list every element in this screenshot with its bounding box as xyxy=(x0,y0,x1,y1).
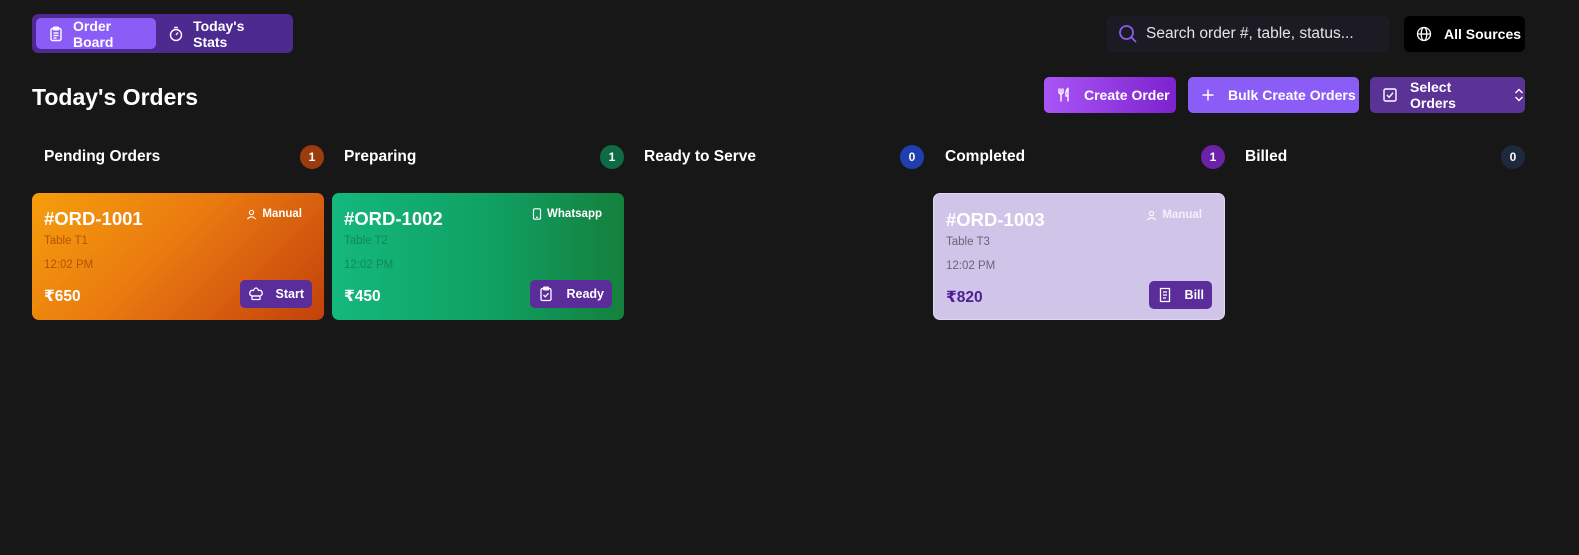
column-title: Billed xyxy=(1245,148,1288,165)
column-count-badge: 0 xyxy=(1501,145,1525,169)
order-time: 12:02 PM xyxy=(946,260,996,272)
plus-icon xyxy=(1200,87,1216,103)
column-header-billed: Billed 0 xyxy=(1245,145,1525,169)
order-source: Whatsapp xyxy=(532,208,602,220)
column-title: Completed xyxy=(945,148,1026,165)
globe-icon xyxy=(1416,26,1432,42)
chef-hat-icon xyxy=(248,286,264,302)
order-id: #ORD-1002 xyxy=(344,208,443,229)
bill-button-label: Bill xyxy=(1184,288,1204,302)
search-icon xyxy=(1118,24,1138,44)
view-tab-bar: Order Board Today's Stats xyxy=(32,14,293,53)
search-box xyxy=(1106,16,1390,52)
order-card[interactable]: #ORD-1003 Manual Table T3 12:02 PM ₹820 … xyxy=(933,193,1225,320)
order-table: Table T1 xyxy=(44,235,88,247)
order-source-label: Whatsapp xyxy=(547,208,602,220)
order-amount: ₹820 xyxy=(946,289,983,306)
column-header-ready: Ready to Serve 0 xyxy=(644,145,924,169)
select-orders-label: Select Orders xyxy=(1410,79,1456,111)
column-count-badge: 0 xyxy=(900,145,924,169)
order-source: Manual xyxy=(1146,209,1202,221)
ready-button[interactable]: Ready xyxy=(530,280,612,308)
stopwatch-icon xyxy=(168,26,184,42)
order-table: Table T3 xyxy=(946,236,990,248)
order-amount: ₹450 xyxy=(344,288,381,305)
order-time: 12:02 PM xyxy=(344,259,394,271)
column-count-badge: 1 xyxy=(1201,145,1225,169)
bulk-create-orders-button[interactable]: Bulk Create Orders xyxy=(1188,77,1359,113)
column-title: Pending Orders xyxy=(44,148,161,165)
source-filter-label: All Sources xyxy=(1444,26,1522,42)
checkbox-icon xyxy=(1382,87,1398,103)
chevron-up-down-icon xyxy=(1513,87,1525,103)
order-card[interactable]: #ORD-1001 Manual Table T1 12:02 PM ₹650 … xyxy=(32,193,324,320)
order-source-label: Manual xyxy=(1162,209,1202,221)
start-button-label: Start xyxy=(275,287,304,301)
column-count-badge: 1 xyxy=(300,145,324,169)
page-title: Today's Orders xyxy=(32,84,199,110)
order-amount: ₹650 xyxy=(44,288,81,305)
utensils-icon xyxy=(1056,87,1072,103)
clipboard-icon xyxy=(48,26,64,42)
order-id: #ORD-1003 xyxy=(946,209,1045,230)
source-filter-button[interactable]: All Sources xyxy=(1404,16,1525,52)
bulk-create-orders-label: Bulk Create Orders xyxy=(1228,87,1356,103)
order-source: Manual xyxy=(246,208,302,220)
ready-button-label: Ready xyxy=(566,287,604,301)
clipboard-check-icon xyxy=(538,286,554,302)
column-title: Preparing xyxy=(344,148,417,165)
order-time: 12:02 PM xyxy=(44,259,94,271)
select-orders-button[interactable]: Select Orders xyxy=(1370,77,1525,113)
create-order-label: Create Order xyxy=(1084,87,1170,103)
tab-order-board-label: Order Board xyxy=(73,17,114,50)
tab-todays-stats-label: Today's Stats xyxy=(193,17,245,50)
order-source-label: Manual xyxy=(262,208,302,220)
order-id: #ORD-1001 xyxy=(44,208,143,229)
create-order-button[interactable]: Create Order xyxy=(1044,77,1176,113)
order-card[interactable]: #ORD-1002 Whatsapp Table T2 12:02 PM ₹45… xyxy=(332,193,624,320)
tab-order-board[interactable]: Order Board xyxy=(36,17,157,50)
search-input[interactable] xyxy=(1146,25,1386,43)
user-icon xyxy=(1146,210,1157,221)
order-table: Table T2 xyxy=(344,235,388,247)
tab-todays-stats[interactable]: Today's Stats xyxy=(156,17,289,50)
receipt-icon xyxy=(1157,287,1173,303)
column-header-preparing: Preparing 1 xyxy=(344,145,624,169)
bill-button[interactable]: Bill xyxy=(1148,281,1212,309)
column-count-badge: 1 xyxy=(600,145,624,169)
start-button[interactable]: Start xyxy=(239,280,312,308)
column-header-pending: Pending Orders 1 xyxy=(44,145,324,169)
phone-icon xyxy=(532,208,542,220)
column-title: Ready to Serve xyxy=(644,148,756,165)
column-header-completed: Completed 1 xyxy=(945,145,1225,169)
user-icon xyxy=(246,209,257,220)
